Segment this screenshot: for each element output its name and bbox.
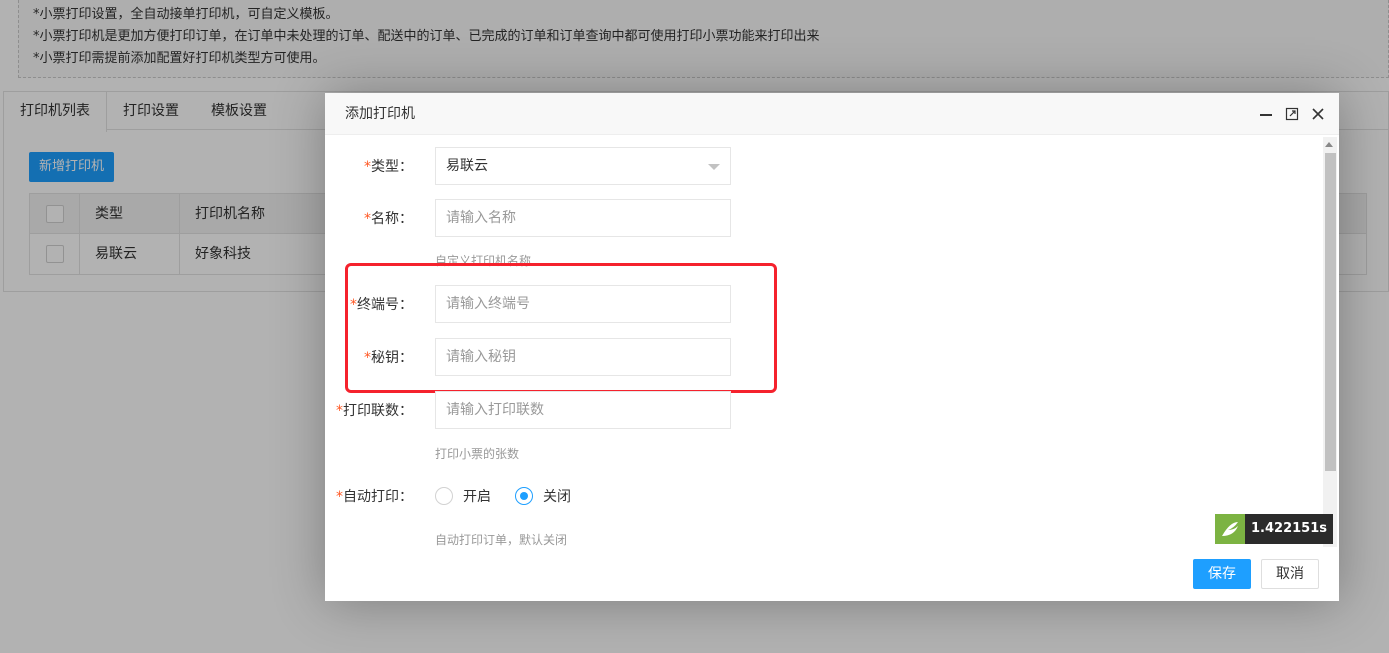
auto-print-off-radio[interactable]: 关闭 [515, 486, 571, 506]
copies-input[interactable] [435, 391, 731, 429]
form-row-copies: *打印联数： [325, 391, 731, 429]
copies-label: *打印联数： [336, 403, 413, 419]
cancel-button[interactable]: 取消 [1261, 559, 1319, 589]
dialog-scrollbar[interactable] [1323, 137, 1337, 547]
dialog-footer: 保存 取消 [1193, 559, 1319, 589]
radio-circle-icon [435, 487, 453, 505]
maximize-icon[interactable] [1285, 107, 1299, 121]
copies-hint: 打印小票的张数 [435, 447, 520, 461]
dialog-header: 添加打印机 [325, 93, 1339, 135]
auto-print-label: *自动打印： [336, 489, 413, 505]
form-row-auto-print: *自动打印： 开启 关闭 [325, 477, 579, 515]
form-row-name: *名称： [325, 199, 731, 237]
name-label: *名称： [364, 211, 413, 227]
leaf-logo-icon [1215, 514, 1245, 544]
close-icon[interactable] [1311, 107, 1325, 121]
auto-print-hint: 自动打印订单，默认关闭 [435, 533, 568, 547]
timer-value: 1.422151s [1245, 514, 1333, 544]
type-label: *类型： [364, 159, 413, 175]
save-button[interactable]: 保存 [1193, 559, 1251, 589]
type-select-value: 易联云 [446, 158, 488, 174]
load-timer-badge: 1.422151s [1215, 514, 1333, 544]
dialog-title: 添加打印机 [345, 106, 415, 122]
auto-print-on-radio[interactable]: 开启 [435, 486, 491, 506]
radio-selected-icon [515, 487, 533, 505]
scroll-up-icon[interactable] [1325, 142, 1333, 147]
dialog-controls [1259, 93, 1325, 135]
dialog-body: *类型： 易联云 *名称： 自定义打印机名称 *终端号： *秘钥： *打印联数：… [325, 135, 1321, 549]
name-input[interactable] [435, 199, 731, 237]
scrollbar-thumb[interactable] [1325, 153, 1336, 471]
highlight-box [345, 263, 777, 393]
form-row-type: *类型： 易联云 [325, 147, 731, 185]
type-select[interactable]: 易联云 [435, 147, 731, 185]
add-printer-dialog: 添加打印机 *类型： 易联云 *名称： 自定义打印机名称 *终端号： *秘钥： [325, 93, 1339, 601]
chevron-down-icon [708, 164, 720, 170]
minimize-icon[interactable] [1259, 107, 1273, 121]
